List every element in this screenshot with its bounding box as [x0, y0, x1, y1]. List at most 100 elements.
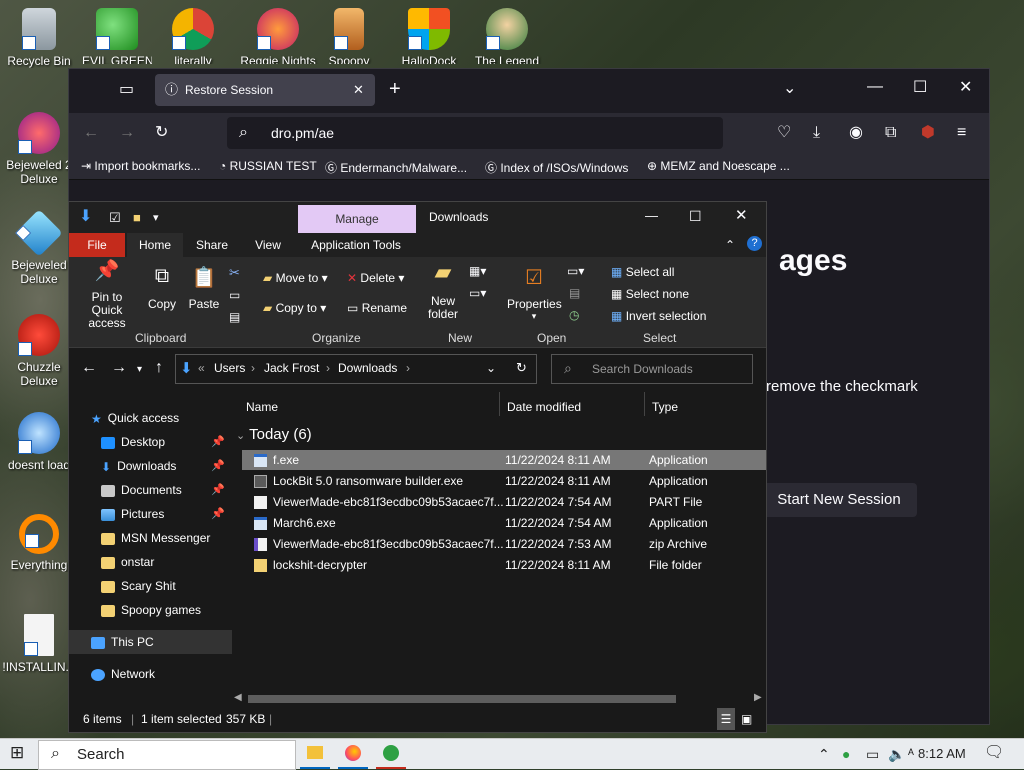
- desktop-icon-reggie-nights[interactable]: Reggie Nights: [236, 8, 320, 64]
- downloads-icon[interactable]: ⤓: [813, 125, 820, 141]
- language-indicator-icon[interactable]: ᴬ: [908, 746, 914, 761]
- tray-overflow-icon[interactable]: ⌃: [818, 746, 830, 762]
- network-icon[interactable]: ▭: [866, 746, 879, 762]
- folder-small-icon[interactable]: ■: [133, 210, 141, 226]
- easy-access-icon[interactable]: ▭▾: [469, 285, 486, 301]
- cut-icon[interactable]: ✂: [229, 265, 240, 281]
- tab-list-icon[interactable]: ▭: [119, 82, 134, 98]
- close-window-icon[interactable]: ✕: [959, 80, 972, 96]
- clock[interactable]: 8:12 AM: [918, 746, 966, 761]
- invert-selection-button[interactable]: ▦ Invert selection: [611, 309, 706, 323]
- bookmark-index-isos[interactable]: Ⓖ Index of /ISOs/Windows: [485, 159, 628, 176]
- address-bar[interactable]: ⬇ « Users › Jack Frost › Downloads › ⌄ ↻: [175, 354, 537, 384]
- windows-start-icon[interactable]: ⊞: [10, 744, 24, 761]
- select-all-button[interactable]: ▦ Select all: [611, 265, 674, 279]
- desktop-icon-doesnt-load[interactable]: doesnt load: [2, 412, 76, 472]
- desktop-icon-the-legend[interactable]: The Legend: [470, 8, 544, 64]
- quick-access-down-arrow-icon[interactable]: ⬇: [79, 209, 92, 225]
- large-icons-view-icon[interactable]: ▣: [741, 708, 752, 730]
- list-all-tabs-icon[interactable]: ⌄: [783, 81, 796, 97]
- search-downloads-input[interactable]: ⌕ Search Downloads: [551, 354, 753, 384]
- file-row-march6[interactable]: March6.exe 11/22/2024 7:54 AM Applicatio…: [242, 513, 766, 533]
- minimize-icon[interactable]: —: [867, 79, 883, 95]
- pin-to-quick-access-button[interactable]: 📌 Pin to Quick access: [75, 261, 139, 330]
- taskbar-search-box[interactable]: ⌕ Search: [38, 740, 296, 770]
- customize-toolbar-icon[interactable]: ▾: [153, 210, 159, 226]
- properties-button[interactable]: ☑ Properties ▾: [507, 265, 562, 322]
- copy-path-icon[interactable]: ▭: [229, 287, 240, 303]
- back-icon[interactable]: ←: [81, 360, 97, 376]
- forward-icon[interactable]: →: [119, 125, 135, 141]
- desktop-icon-hallodock[interactable]: HalloDock: [392, 8, 466, 64]
- tab-home[interactable]: Home: [127, 233, 183, 257]
- minimize-icon[interactable]: —: [645, 208, 658, 224]
- copy-button[interactable]: ⧉ Copy: [147, 265, 177, 311]
- nav-quick-access[interactable]: ★ Quick access: [69, 406, 251, 430]
- tab-share[interactable]: Share: [187, 233, 237, 257]
- ublock-icon[interactable]: ⬢: [921, 125, 935, 141]
- new-tab-icon[interactable]: +: [389, 79, 401, 99]
- tab-restore-session[interactable]: ⓘ Restore Session ✕: [155, 74, 375, 106]
- address-history-icon[interactable]: ⌄: [486, 360, 496, 376]
- recent-locations-icon[interactable]: ▾: [137, 362, 142, 378]
- close-window-icon[interactable]: ✕: [735, 208, 748, 224]
- volume-icon[interactable]: 🔈: [888, 746, 905, 762]
- taskbar-msn-messenger[interactable]: [376, 739, 406, 769]
- tab-application-tools[interactable]: Application Tools: [303, 233, 409, 257]
- horizontal-scrollbar[interactable]: ◀ ▶: [232, 692, 766, 706]
- history-icon[interactable]: ◷: [569, 307, 579, 323]
- manage-context-tab[interactable]: Manage: [298, 205, 416, 233]
- start-new-session-button[interactable]: Start New Session: [761, 483, 917, 517]
- copy-to-button[interactable]: ▰ Copy to ▾: [263, 301, 326, 315]
- refresh-icon[interactable]: ↻: [516, 360, 527, 376]
- breadcrumb-overflow[interactable]: «: [198, 361, 205, 375]
- up-icon[interactable]: ↑: [155, 360, 163, 376]
- column-type[interactable]: Type: [652, 400, 678, 414]
- column-date-modified[interactable]: Date modified: [507, 400, 581, 414]
- taskbar-file-explorer[interactable]: [300, 739, 330, 769]
- close-tab-icon[interactable]: ✕: [353, 82, 364, 98]
- tab-file[interactable]: File: [69, 233, 125, 257]
- desktop-icon-recycle-bin[interactable]: Recycle Bin: [2, 8, 76, 68]
- tab-view[interactable]: View: [243, 233, 293, 257]
- maximize-icon[interactable]: ☐: [913, 80, 927, 96]
- desktop-icon-evil-green[interactable]: EVIL GREEN: [82, 8, 152, 64]
- nav-network[interactable]: Network: [69, 662, 251, 686]
- desktop-icon-installin[interactable]: !INSTALLIN...: [2, 614, 76, 674]
- back-icon[interactable]: ←: [83, 125, 99, 141]
- details-view-icon[interactable]: ☰: [717, 708, 735, 730]
- file-row-lockbit[interactable]: LockBit 5.0 ransomware builder.exe 11/22…: [242, 471, 766, 491]
- taskbar-firefox[interactable]: [338, 739, 368, 769]
- account-icon[interactable]: ◉: [849, 125, 863, 141]
- collapse-ribbon-icon[interactable]: ⌃: [725, 237, 735, 253]
- column-name[interactable]: Name: [246, 400, 278, 414]
- breadcrumb-downloads[interactable]: Downloads: [338, 361, 397, 375]
- forward-icon[interactable]: →: [111, 360, 127, 376]
- new-item-icon[interactable]: ▦▾: [469, 263, 486, 279]
- scrollbar-thumb[interactable]: [248, 695, 676, 703]
- bookmark-russian-test[interactable]: ◔ RUSSIAN TEST: [219, 159, 317, 173]
- paste-button[interactable]: 📋 Paste: [187, 265, 221, 311]
- maximize-icon[interactable]: ☐: [689, 208, 702, 224]
- file-row-f-exe[interactable]: f.exe 11/22/2024 8:11 AM Application: [242, 450, 766, 470]
- delete-button[interactable]: ✕ Delete ▾: [347, 271, 404, 285]
- rename-button[interactable]: ▭ Rename: [347, 301, 407, 315]
- reload-icon[interactable]: ↻: [155, 125, 168, 141]
- desktop-icon-spoopy[interactable]: Spoopy: [314, 8, 384, 64]
- open-icon[interactable]: ▭▾: [567, 263, 584, 279]
- menu-icon[interactable]: ≡: [957, 125, 966, 141]
- file-row-viewermade-zip[interactable]: ViewerMade-ebc81f3ecdbc09b53acaec7f... 1…: [242, 534, 766, 554]
- edit-icon[interactable]: ▤: [569, 285, 580, 301]
- desktop-icon-bejeweled-2[interactable]: Bejeweled 2 Deluxe: [2, 112, 76, 186]
- file-row-viewermade-part[interactable]: ViewerMade-ebc81f3ecdbc09b53acaec7f... 1…: [242, 492, 766, 512]
- scroll-left-icon[interactable]: ◀: [234, 692, 242, 703]
- properties-check-icon[interactable]: ☑: [109, 210, 121, 226]
- desktop-icon-literally[interactable]: literally: [158, 8, 228, 64]
- pocket-icon[interactable]: ♡: [777, 125, 791, 141]
- new-folder-button[interactable]: ▰ New folder: [425, 261, 461, 321]
- select-none-button[interactable]: ▦ Select none: [611, 287, 689, 301]
- file-row-lockshit-decrypter[interactable]: lockshit-decrypter 11/22/2024 8:11 AM Fi…: [242, 555, 766, 575]
- bookmark-endermanch[interactable]: Ⓖ Endermanch/Malware...: [325, 159, 467, 176]
- bookmark-import[interactable]: ⇥ Import bookmarks...: [81, 159, 200, 173]
- notifications-icon[interactable]: 🗨: [984, 745, 1004, 761]
